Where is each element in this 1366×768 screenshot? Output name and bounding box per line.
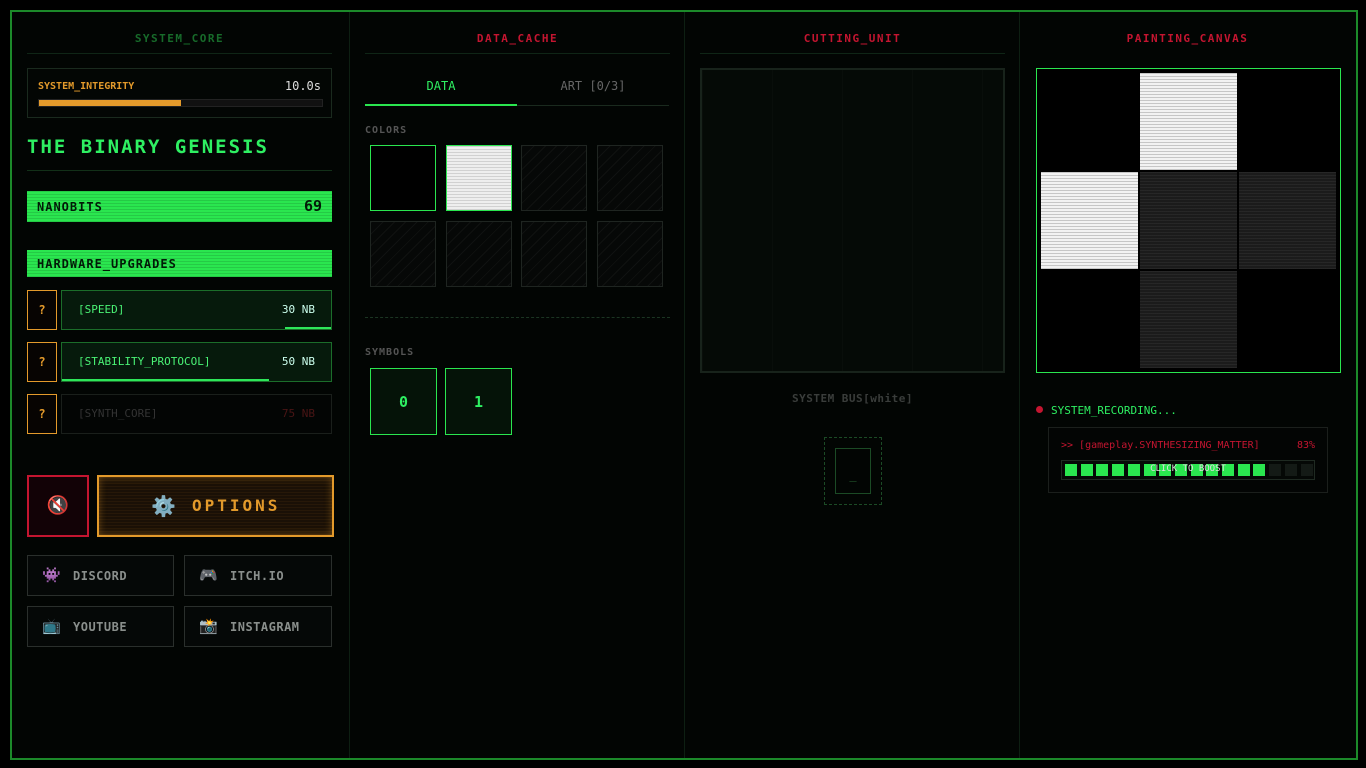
process-percent: 83% — [1296, 440, 1315, 451]
data-cache-panel: DATA_CACHE DATA ART [0/3] COLORS SYMBOLS… — [349, 12, 684, 758]
upgrade-name: [SYNTH_CORE] — [78, 407, 158, 420]
upgrade-cost: 30 NB — [281, 303, 315, 316]
title-divider — [27, 170, 332, 171]
gamepad-icon: 🎮 — [199, 566, 218, 584]
system-core-heading: SYSTEM_CORE — [134, 32, 225, 45]
recording-label: SYSTEM_RECORDING... — [1051, 404, 1177, 417]
camera-icon: 📸 — [199, 617, 218, 635]
hardware-upgrades-label: HARDWARE_UPGRADES — [37, 257, 177, 271]
nanobits-value: 69 — [303, 197, 322, 215]
heading-divider — [365, 53, 670, 54]
upgrade-info-button[interactable]: ? — [27, 290, 57, 330]
upgrade-speed-button[interactable]: [SPEED] 30 NB — [61, 290, 332, 330]
color-swatch-white[interactable] — [445, 145, 512, 211]
upgrade-info-button[interactable]: ? — [27, 342, 57, 382]
color-swatch-empty[interactable] — [521, 145, 587, 211]
color-swatch-empty[interactable] — [596, 145, 663, 211]
itch-io-link[interactable]: 🎮 ITCH.IO — [184, 555, 332, 596]
canvas-cell-white[interactable] — [1140, 73, 1237, 170]
heading-divider — [27, 53, 332, 54]
heading-divider — [700, 53, 1005, 54]
alien-monster-icon: 👾 — [42, 566, 61, 584]
social-label: INSTAGRAM — [230, 620, 300, 634]
youtube-link[interactable]: 📺 YOUTUBE — [27, 606, 174, 647]
system-core-panel: SYSTEM_CORE SYSTEM_INTEGRITY 10.0s THE B… — [12, 12, 348, 758]
section-divider — [365, 317, 670, 318]
upgrade-cost: 75 NB — [281, 407, 315, 420]
tab-art[interactable]: ART [0/3] — [517, 68, 669, 106]
discord-link[interactable]: 👾 DISCORD — [27, 555, 174, 596]
gear-icon: ⚙️ — [151, 494, 176, 518]
color-swatch-empty[interactable] — [370, 221, 436, 287]
canvas-cell-dark[interactable] — [1140, 271, 1237, 368]
boost-progress-bar[interactable]: CLICK TO BOOST — [1061, 460, 1315, 480]
process-text: >> [gameplay.SYNTHESIZING_MATTER] — [1061, 440, 1260, 451]
integrity-timer: 10.0s — [284, 79, 321, 93]
canvas-cell-black[interactable] — [1239, 73, 1336, 170]
options-label: OPTIONS — [192, 496, 281, 515]
canvas-cell-black[interactable] — [1239, 271, 1336, 368]
painting-canvas-panel: PAINTING_CANVAS SYSTEM_RECORDING... >> [… — [1019, 12, 1357, 758]
symbol-one-button[interactable]: 1 — [445, 368, 512, 435]
upgrade-name: [STABILITY_PROTOCOL] — [78, 355, 211, 368]
painting-canvas-grid[interactable] — [1036, 68, 1341, 373]
symbol-zero-button[interactable]: 0 — [370, 368, 437, 435]
social-label: ITCH.IO — [230, 569, 285, 583]
colors-label: COLORS — [365, 125, 408, 136]
upgrade-synth-core-button[interactable]: [SYNTH_CORE] 75 NB — [61, 394, 332, 434]
symbols-label: SYMBOLS — [365, 347, 415, 358]
game-title: THE BINARY GENESIS — [27, 136, 269, 158]
canvas-cell-dark[interactable] — [1140, 172, 1237, 269]
recording-dot-icon — [1036, 406, 1043, 413]
instagram-link[interactable]: 📸 INSTAGRAM — [184, 606, 332, 647]
speaker-muted-icon: 🔇 — [46, 495, 70, 516]
upgrade-name: [SPEED] — [78, 303, 125, 316]
system-recording-status: SYSTEM_RECORDING... — [1036, 404, 1177, 417]
click-to-boost-label: CLICK TO BOOST — [1150, 464, 1226, 474]
mute-button[interactable]: 🔇 — [27, 475, 89, 537]
color-swatch-empty[interactable] — [596, 221, 663, 287]
output-slot-symbol: _ — [835, 448, 871, 494]
social-label: DISCORD — [73, 569, 128, 583]
upgrade-progress — [285, 327, 331, 329]
nanobits-counter: NANOBITS 69 — [27, 191, 332, 222]
integrity-bar — [38, 99, 323, 107]
game-frame: SYSTEM_CORE SYSTEM_INTEGRITY 10.0s THE B… — [10, 10, 1358, 760]
canvas-cell-black[interactable] — [1041, 73, 1138, 170]
tab-data[interactable]: DATA — [365, 68, 517, 106]
integrity-label: SYSTEM_INTEGRITY — [38, 81, 135, 92]
canvas-cell-dark[interactable] — [1239, 172, 1336, 269]
color-swatch-black[interactable] — [370, 145, 436, 211]
output-slot[interactable]: _ — [824, 437, 882, 505]
color-swatch-empty[interactable] — [521, 221, 587, 287]
synthesis-progress-box: >> [gameplay.SYNTHESIZING_MATTER] 83% CL… — [1048, 427, 1328, 493]
canvas-cell-black[interactable] — [1041, 271, 1138, 368]
painting-canvas-heading: PAINTING_CANVAS — [1126, 32, 1249, 45]
social-label: YOUTUBE — [73, 620, 128, 634]
upgrade-progress — [62, 379, 270, 381]
system-integrity-box: SYSTEM_INTEGRITY 10.0s — [27, 68, 332, 118]
options-button[interactable]: ⚙️ OPTIONS — [97, 475, 334, 537]
nanobits-label: NANOBITS — [37, 200, 103, 214]
color-swatch-empty[interactable] — [445, 221, 512, 287]
upgrade-stability-protocol-button[interactable]: [STABILITY_PROTOCOL] 50 NB — [61, 342, 332, 382]
television-icon: 📺 — [42, 617, 61, 635]
cutting-unit-panel: CUTTING_UNIT SYSTEM BUS[white] _ — [684, 12, 1019, 758]
data-cache-heading: DATA_CACHE — [476, 32, 559, 45]
integrity-bar-fill — [39, 100, 181, 106]
upgrade-cost: 50 NB — [281, 355, 315, 368]
cutting-status: SYSTEM BUS[white] — [791, 392, 914, 405]
cutting-unit-heading: CUTTING_UNIT — [803, 32, 902, 45]
cutting-area[interactable] — [700, 68, 1005, 373]
upgrade-info-button[interactable]: ? — [27, 394, 57, 434]
canvas-cell-white[interactable] — [1041, 172, 1138, 269]
hardware-upgrades-heading: HARDWARE_UPGRADES — [27, 250, 332, 277]
